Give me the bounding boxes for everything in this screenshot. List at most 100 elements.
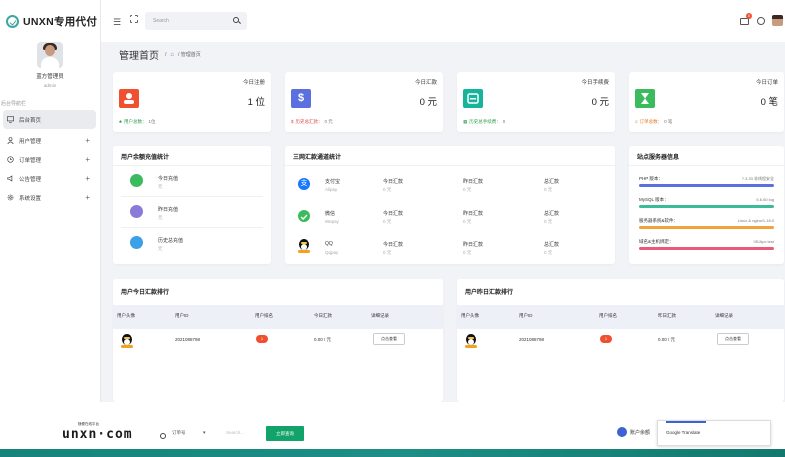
calendar-icon [130,205,143,218]
dollar-small-icon: $ [291,119,294,124]
channel-sub: Qqpay [325,250,339,255]
calendar-icon [130,236,143,249]
sidebar-item-orders[interactable]: 订单管理 + [0,150,100,169]
brand[interactable]: UNXN专用代付 [0,0,100,42]
google-translate-popup[interactable]: Google Translate [657,420,771,446]
menu-toggle-icon[interactable]: ☰ [113,17,121,28]
server-bar [639,226,774,229]
panel-title: 用户今日汇款排行 [121,290,170,296]
stat-title: 今日汇款 [414,80,437,86]
notification-badge: 0 [746,13,752,19]
user-circle-icon[interactable] [617,427,627,437]
channel-total-label: 总汇款 [544,179,560,185]
stat-foot-value: 0 [502,119,506,124]
home-icon[interactable]: ⌂ [170,52,174,58]
sidebar-item-settings[interactable]: 系统设置 + [0,188,100,207]
recharge-value: 元 [158,184,163,189]
wechat-icon [298,210,310,222]
dollar-icon: $ [291,89,311,108]
sidebar-item-notices[interactable]: 公告管理 + [0,169,100,188]
channel-name: QQ [325,241,333,247]
rank-yesterday-panel: 用户昨日汇款排行 用户头像 用户ID 用户排名 昨日汇款 详细记录 202108… [457,279,784,402]
channel-total-value: 0 元 [544,187,553,192]
table-header: 用户头像 用户ID 用户排名 昨日汇款 详细记录 [457,305,784,329]
clock-icon [7,156,14,163]
expand-plus-icon[interactable]: + [85,136,90,145]
column-header: 详细记录 [371,313,389,318]
account-balance-link[interactable]: 账户余额 [630,429,650,436]
channel-sub: Wepay [325,219,339,224]
expand-plus-icon[interactable]: + [85,155,90,164]
search-icon[interactable] [233,17,239,23]
amount-cell: 0.00 / 元 [658,337,676,342]
avatar[interactable] [37,42,63,68]
page-header: 管理首页 / ⌂ / 管理首页 [119,47,201,62]
channel-yest-label: 昨日汇款 [463,242,484,248]
chevron-down-icon[interactable]: ▾ [203,430,206,436]
sidebar-item-home[interactable]: 后台首页 [3,110,96,129]
sidebar-item-users[interactable]: 用户管理 + [0,131,100,150]
stat-footer: ♣ 用户总数： 1位 [119,119,155,125]
user-profile: 蓝方管理员 admin [0,42,100,88]
topbar-avatar[interactable] [772,15,783,26]
stat-foot-label: 历史总手续费： [469,119,501,124]
view-detail-button[interactable]: 点击查看 [373,333,405,345]
stat-foot-label: 用户总数： [123,119,147,124]
megaphone-icon [7,175,14,182]
sidebar-item-label: 系统设置 [19,195,42,202]
stat-foot-value: 0 元 [324,119,333,124]
panel-title: 站点服务器信息 [637,155,680,161]
recharge-label: 今日充值 [158,176,179,182]
stat-value: 1 位 [247,97,265,108]
channel-today-label: 今日汇款 [383,179,404,185]
channel-yest-label: 昨日汇款 [463,211,484,217]
view-detail-button[interactable]: 点击查看 [717,333,749,345]
rank-today-panel: 用户今日汇款排行 用户头像 用户ID 用户排名 今日汇款 详细记录 202108… [113,279,443,402]
breadcrumb: / ⌂ / 管理首页 [165,51,201,59]
stat-footer: ▦ 历史总手续费： 0 [463,119,505,125]
qq-icon [298,239,310,253]
server-value: IIS/Apc test [753,239,774,244]
qq-avatar-icon [465,334,477,348]
topbar: ☰ Search 0 [101,0,785,42]
server-bar [639,205,774,208]
globe-icon[interactable] [757,17,765,25]
stat-card-register: 今日注册 1 位 ♣ 用户总数： 1位 [113,72,271,132]
footer-overlay: 随便在线平台 unxn·com 订单号 ▾ Search... 立即查询 账户余… [0,402,785,457]
panel-title: 用户余额充值统计 [121,155,170,161]
stat-foot-label: 历史总汇款： [295,119,323,124]
mail-icon[interactable] [740,18,749,25]
stat-title: 今日手续费 [581,80,609,86]
stat-card-fee: 今日手续费 0 元 ▦ 历史总手续费： 0 [457,72,615,132]
server-panel: 站点服务器信息 PHP 版本： 7.3.33 非线程安全 MySQL 版本： 5… [629,146,784,264]
server-label: 域名&主机绑定： [639,239,674,244]
fullscreen-icon[interactable] [129,14,139,24]
group-icon: ♣ [119,119,122,124]
expand-plus-icon[interactable]: + [85,174,90,183]
stat-card-orders: 今日订单 0 笔 ≡ 订单总数： 0 笔 [629,72,784,132]
expand-plus-icon[interactable]: + [85,193,90,202]
recharge-value: 元 [158,215,163,220]
wallet-icon [463,89,483,108]
column-header: 今日汇款 [314,313,332,318]
overlay-logo[interactable]: unxn·com [62,427,133,442]
column-header: 用户排名 [255,313,273,318]
channel-yest-label: 昨日汇款 [463,179,484,185]
column-header: 用户排名 [599,313,617,318]
column-header: 用户头像 [117,313,135,318]
channel-yest-value: 0 元 [463,250,472,255]
overlay-search-input[interactable]: Search... [226,430,244,435]
channel-today-label: 今日汇款 [383,211,404,217]
order-type-select[interactable]: 订单号 [172,430,186,436]
channel-today-value: 0 元 [383,219,392,224]
channel-today-value: 0 元 [383,187,392,192]
query-button[interactable]: 立即查询 [266,426,304,441]
server-bar [639,247,774,250]
list-item: MySQL 版本： 5.6.50 log [639,194,774,214]
stat-value: 0 笔 [760,97,778,108]
overlay-nav-strip [0,449,785,457]
search-input[interactable]: Search [145,12,247,30]
list-item: PHP 版本： 7.3.33 非线程安全 [639,173,774,193]
channel-total-value: 0 元 [544,219,553,224]
stat-foot-value: 1位 [148,119,156,124]
